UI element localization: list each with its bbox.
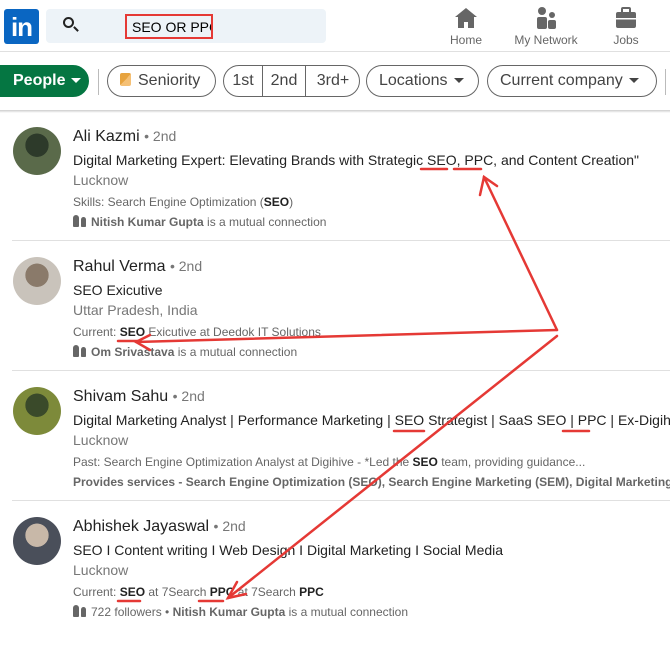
- connection-degree: • 2nd: [213, 518, 246, 534]
- divider: [12, 240, 670, 241]
- location: Lucknow: [73, 432, 129, 448]
- text-segment: PPC: [209, 585, 235, 599]
- home-icon: [446, 6, 486, 30]
- text-segment: SEO: [263, 195, 290, 209]
- text-segment: at 7Search: [145, 585, 210, 599]
- text-segment: is a mutual connection: [203, 215, 327, 229]
- snippet: Current: SEO Exicutive at Deedok IT Solu…: [73, 322, 670, 342]
- people-icon: [508, 6, 584, 30]
- current-company-filter-button[interactable]: Current company: [487, 65, 657, 97]
- text-segment: is a mutual connection: [174, 345, 298, 359]
- headline: SEO Exicutive: [73, 282, 163, 298]
- nav-label: Jobs: [613, 33, 639, 47]
- current-company-label: Current company: [500, 72, 623, 89]
- profile-name-link[interactable]: Ali Kazmi: [73, 128, 140, 145]
- search-icon: [63, 17, 74, 28]
- avatar[interactable]: [13, 127, 61, 175]
- headline: Digital Marketing Analyst | Performance …: [73, 412, 670, 428]
- caret-down-icon: [71, 78, 82, 84]
- header-shadow: [0, 110, 670, 113]
- snippet: Skills: Search Engine Optimization (SEO): [73, 192, 670, 212]
- briefcase-icon: [606, 6, 646, 30]
- snippet: Current: SEO at 7Search PPC at 7Search P…: [73, 582, 670, 602]
- caret-down-icon: [628, 78, 639, 84]
- location: Uttar Pradesh, India: [73, 302, 198, 318]
- text-segment: Skills: Search Engine Optimization (: [73, 195, 264, 209]
- people-icon: [73, 215, 87, 227]
- mutual-connection: Provides services - Search Engine Optimi…: [73, 472, 670, 492]
- text-segment: Current:: [73, 325, 120, 339]
- text-segment: PPC: [299, 585, 324, 599]
- locations-label: Locations: [379, 72, 448, 89]
- result-card: Shivam Sahu • 2nd Digital Marketing Anal…: [0, 387, 670, 517]
- text-segment: Past: Search Engine Optimization Analyst…: [73, 455, 413, 469]
- seniority-filter-button[interactable]: Seniority: [107, 65, 216, 97]
- text-segment: SEO: [119, 325, 146, 339]
- profile-name-link[interactable]: Rahul Verma: [73, 258, 166, 275]
- profile-name-link[interactable]: Shivam Sahu: [73, 388, 168, 405]
- mutual-connection[interactable]: 722 followers • Nitish Kumar Gupta is a …: [73, 602, 670, 622]
- result-card: Abhishek Jayaswal • 2nd SEO I Content wr…: [0, 517, 670, 647]
- people-icon: [73, 605, 87, 617]
- snippet: Past: Search Engine Optimization Analyst…: [73, 452, 670, 472]
- locations-filter-button[interactable]: Locations: [366, 65, 479, 97]
- nav-my-network[interactable]: My Network: [508, 6, 584, 47]
- divider: [12, 500, 670, 501]
- text-segment: SEO: [119, 585, 146, 599]
- mutual-connection[interactable]: Nitish Kumar Gupta is a mutual connectio…: [73, 212, 670, 232]
- text-segment: Nitish Kumar Gupta: [172, 605, 286, 619]
- connection-degree: • 2nd: [144, 128, 177, 144]
- nav-label: My Network: [514, 33, 578, 47]
- search-input[interactable]: [125, 14, 213, 39]
- people-label: People: [13, 72, 66, 89]
- headline: SEO I Content writing I Web Design I Dig…: [73, 542, 504, 558]
- divider: [665, 69, 666, 95]
- text-segment: at 7Search: [234, 585, 300, 599]
- linkedin-logo[interactable]: in: [4, 9, 39, 44]
- mutual-connection[interactable]: Om Srivastava is a mutual connection: [73, 342, 670, 362]
- text-segment: Exicutive at Deedok IT Solutions: [145, 325, 321, 339]
- text-segment: Provides services - Search Engine Optimi…: [73, 475, 670, 489]
- nav-home[interactable]: Home: [446, 6, 486, 47]
- text-segment: Current:: [73, 585, 120, 599]
- avatar[interactable]: [13, 387, 61, 435]
- nav-label: Home: [449, 33, 482, 47]
- seniority-label: Seniority: [138, 72, 201, 89]
- premium-icon: [120, 73, 131, 86]
- location: Lucknow: [73, 172, 129, 188]
- connection-degree: • 2nd: [172, 388, 205, 404]
- degree-2nd-button[interactable]: 2nd: [263, 66, 305, 96]
- search-bar[interactable]: [46, 9, 326, 43]
- headline: Digital Marketing Expert: Elevating Bran…: [73, 152, 640, 168]
- result-card: Ali Kazmi • 2nd Digital Marketing Expert…: [0, 127, 670, 257]
- people-icon: [73, 345, 87, 357]
- people-filter-button[interactable]: People: [0, 65, 89, 97]
- text-segment: SEO: [412, 455, 438, 469]
- text-segment: is a mutual connection: [285, 605, 409, 619]
- text-segment: Nitish Kumar Gupta: [91, 215, 204, 229]
- divider: [12, 370, 670, 371]
- nav-jobs[interactable]: Jobs: [606, 6, 646, 47]
- text-segment: ): [289, 195, 294, 209]
- text-segment: team, providing guidance...: [437, 455, 586, 469]
- text-segment: Om Srivastava: [91, 345, 175, 359]
- connection-degree-group: 1st 2nd 3rd+: [223, 65, 360, 97]
- location: Lucknow: [73, 562, 129, 578]
- avatar[interactable]: [13, 517, 61, 565]
- avatar[interactable]: [13, 257, 61, 305]
- text-segment: 722 followers •: [91, 605, 173, 619]
- divider: [98, 69, 99, 95]
- degree-3rd-button[interactable]: 3rd+: [306, 66, 360, 96]
- filter-bar: People Seniority 1st 2nd 3rd+ Locations …: [0, 65, 670, 99]
- degree-1st-button[interactable]: 1st: [224, 66, 262, 96]
- result-card: Rahul Verma • 2nd SEO Exicutive Uttar Pr…: [0, 257, 670, 387]
- connection-degree: • 2nd: [169, 258, 203, 274]
- caret-down-icon: [453, 78, 464, 84]
- top-nav-bar: in Home My Network Jobs: [0, 0, 670, 52]
- profile-name-link[interactable]: Abhishek Jayaswal: [73, 518, 209, 535]
